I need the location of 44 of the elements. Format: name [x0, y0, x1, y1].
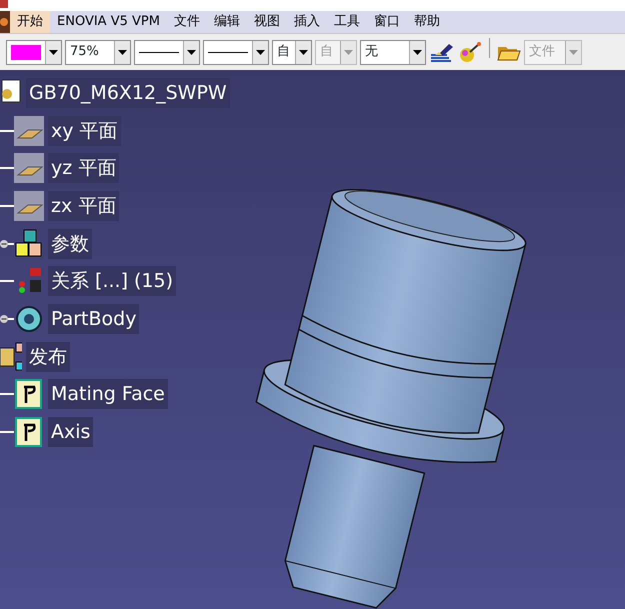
plane-icon[interactable] [14, 153, 44, 184]
caret-icon[interactable] [118, 50, 127, 54]
caret-icon[interactable] [187, 50, 196, 54]
menu-item[interactable]: 文件 [166, 11, 207, 33]
caret-icon[interactable] [49, 50, 58, 54]
tree-item-label[interactable]: xy 平面 [48, 116, 121, 146]
dropdown[interactable]: 自 [272, 40, 312, 64]
line-style-dropdown[interactable] [203, 40, 269, 64]
blocks-icon[interactable] [14, 228, 44, 259]
menu-item[interactable]: 窗口 [366, 11, 407, 33]
menu-item[interactable]: 插入 [286, 11, 327, 33]
caret-icon[interactable] [413, 50, 422, 54]
dropdown[interactable]: 无 [360, 40, 426, 64]
tree-item-label[interactable]: 发布 [26, 342, 70, 372]
color-dropdown[interactable] [6, 40, 62, 64]
menu-item[interactable]: 开始 [10, 11, 50, 33]
publication-icon[interactable] [0, 342, 22, 372]
caret-icon[interactable] [256, 50, 265, 54]
tree-item-label[interactable]: zx 平面 [48, 190, 120, 221]
tree-item-label[interactable]: Mating Face [48, 379, 168, 410]
menu-item[interactable]: ENOVIA V5 VPM [50, 11, 167, 33]
caret-icon[interactable] [299, 50, 308, 54]
publication-icon[interactable] [14, 379, 44, 410]
tree-item-label[interactable]: GB70_M6X12_SWPW [26, 78, 230, 108]
brush-icon[interactable] [429, 41, 455, 63]
dropdown[interactable]: 75% [65, 40, 131, 64]
menu-item[interactable]: 编辑 [206, 11, 247, 33]
plane-icon[interactable] [14, 116, 44, 146]
tree-item-label[interactable]: 参数 [48, 228, 92, 259]
menu-item[interactable]: 视图 [246, 11, 287, 33]
app-icon[interactable] [0, 11, 10, 33]
sphere-wand-icon[interactable] [458, 41, 482, 63]
tree-item-label[interactable]: yz 平面 [48, 153, 120, 184]
menu-item[interactable]: 帮助 [406, 11, 447, 33]
menu-item[interactable]: 工具 [326, 11, 367, 33]
expand-icon[interactable] [0, 238, 14, 249]
publication-icon[interactable] [14, 417, 44, 448]
expand-icon[interactable] [0, 314, 14, 324]
tree-item-label[interactable]: PartBody [48, 304, 140, 334]
line-style-dropdown[interactable] [134, 40, 200, 64]
tree-item-label[interactable]: Axis [48, 417, 94, 448]
app-icon [0, 0, 8, 8]
plane-icon[interactable] [14, 190, 44, 221]
tree-item-label[interactable]: 关系 [...] (15) [48, 266, 176, 296]
